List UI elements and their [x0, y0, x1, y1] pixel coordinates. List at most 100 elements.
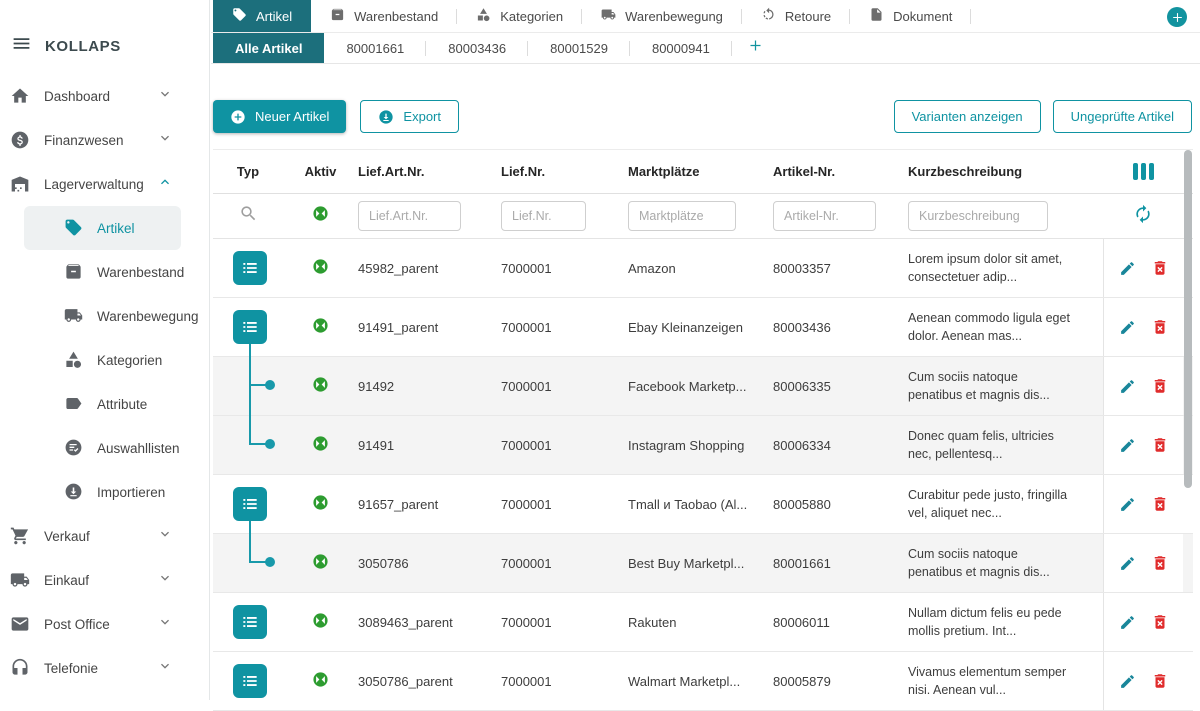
sidebar-item-label: Warenbestand	[97, 265, 184, 280]
sub-tabbar: Alle Artikel 80001661 80003436 80001529 …	[211, 33, 1200, 64]
tab-warenbestand[interactable]: Warenbestand	[311, 0, 457, 32]
chevron-down-icon	[157, 570, 173, 591]
unchecked-articles-button[interactable]: Ungeprüfte Artikel	[1053, 100, 1192, 133]
show-variants-button[interactable]: Varianten anzeigen	[894, 100, 1041, 133]
cell-lief-art-nr: 3050786	[358, 556, 501, 571]
sidebar-item-lagerverwaltung[interactable]: Lagerverwaltung	[0, 162, 209, 206]
col-typ: Typ	[213, 164, 283, 179]
sidebar-item-label: Kategorien	[97, 353, 162, 368]
cell-lief-art-nr: 91657_parent	[358, 497, 501, 512]
table-row: 91491_parent 7000001 Ebay Kleinanzeigen …	[213, 298, 1193, 357]
box-icon	[64, 262, 84, 282]
edit-icon[interactable]	[1119, 555, 1136, 572]
sidebar-item-kategorien[interactable]: Kategorien	[24, 338, 181, 382]
tab-kategorien[interactable]: Kategorien	[457, 0, 582, 32]
filter-kurzbeschreibung-input[interactable]	[908, 201, 1048, 231]
sidebar-item-label: Attribute	[97, 397, 147, 412]
tab-retoure[interactable]: Retoure	[742, 0, 850, 32]
subtab-label: Alle Artikel	[235, 41, 302, 56]
export-button[interactable]: Export	[360, 100, 459, 133]
delete-icon[interactable]	[1151, 495, 1169, 513]
cell-lief-nr: 7000001	[501, 497, 628, 512]
sidebar-item-importieren[interactable]: Importieren	[24, 470, 181, 514]
new-article-button[interactable]: Neuer Artikel	[213, 100, 346, 133]
sidebar-item-warenbewegung[interactable]: Warenbewegung	[24, 294, 181, 338]
edit-icon[interactable]	[1119, 319, 1136, 336]
subtab-80001529[interactable]: 80001529	[528, 33, 630, 63]
filter-lief-art-nr-input[interactable]	[358, 201, 461, 231]
variant-list-icon[interactable]	[233, 310, 267, 344]
edit-icon[interactable]	[1119, 437, 1136, 454]
variant-list-icon[interactable]	[233, 664, 267, 698]
plus-circle-icon[interactable]	[1167, 7, 1187, 27]
sidebar-item-label: Auswahllisten	[97, 441, 180, 456]
sidebar-item-telefonie[interactable]: Telefonie	[0, 646, 209, 690]
cell-lief-art-nr: 45982_parent	[358, 261, 501, 276]
tree-connector	[249, 357, 251, 385]
sidebar-item-dashboard[interactable]: Dashboard	[0, 74, 209, 118]
variant-list-icon[interactable]	[233, 605, 267, 639]
subtab-alle-artikel[interactable]: Alle Artikel	[213, 33, 324, 63]
variant-list-icon[interactable]	[233, 251, 267, 285]
delete-icon[interactable]	[1151, 436, 1169, 454]
tree-connector	[249, 521, 251, 534]
headset-icon	[10, 658, 30, 678]
home-icon	[10, 86, 30, 106]
refresh-icon[interactable]	[1133, 204, 1153, 229]
edit-icon[interactable]	[1119, 378, 1136, 395]
sidebar-item-auswahllisten[interactable]: Auswahllisten	[24, 426, 181, 470]
cell-lief-nr: 7000001	[501, 261, 628, 276]
active-filter-icon[interactable]	[312, 205, 329, 227]
edit-icon[interactable]	[1119, 496, 1136, 513]
cell-marktplatz: Walmart Marketpl...	[628, 674, 773, 689]
mail-icon	[10, 614, 30, 634]
shapes-icon	[476, 7, 491, 25]
col-lief-art-nr: Lief.Art.Nr.	[358, 164, 501, 179]
active-status-icon	[312, 671, 329, 691]
filter-lief-nr-input[interactable]	[501, 201, 586, 231]
delete-icon[interactable]	[1151, 554, 1169, 572]
subtab-80000941[interactable]: 80000941	[630, 33, 732, 63]
table-header: Typ Aktiv Lief.Art.Nr. Lief.Nr. Marktplä…	[213, 150, 1193, 194]
sidebar-item-einkauf[interactable]: Einkauf	[0, 558, 209, 602]
tab-artikel[interactable]: Artikel	[213, 0, 311, 32]
delete-icon[interactable]	[1151, 318, 1169, 336]
menu-icon[interactable]	[11, 33, 32, 59]
cell-kurzbeschreibung: Lorem ipsum dolor sit amet, consectetuer…	[908, 250, 1103, 286]
tab-dokument[interactable]: Dokument	[850, 0, 971, 32]
tree-connector	[249, 534, 251, 562]
document-icon	[869, 7, 884, 25]
truck-icon	[601, 7, 616, 25]
delete-icon[interactable]	[1151, 377, 1169, 395]
box-icon	[330, 7, 345, 25]
add-article-tab-button[interactable]	[732, 33, 779, 63]
delete-icon[interactable]	[1151, 259, 1169, 277]
scrollbar-thumb[interactable]	[1184, 150, 1192, 488]
delete-icon[interactable]	[1151, 613, 1169, 631]
sidebar-item-attribute[interactable]: Attribute	[24, 382, 181, 426]
cell-lief-art-nr: 91492	[358, 379, 501, 394]
sidebar-item-warenbestand[interactable]: Warenbestand	[24, 250, 181, 294]
subtab-80001661[interactable]: 80001661	[324, 33, 426, 63]
subtab-80003436[interactable]: 80003436	[426, 33, 528, 63]
columns-icon[interactable]	[1133, 163, 1154, 180]
edit-icon[interactable]	[1119, 614, 1136, 631]
table-row: 91492 7000001 Facebook Marketp... 800063…	[213, 357, 1193, 416]
edit-icon[interactable]	[1119, 673, 1136, 690]
sidebar-item-artikel[interactable]: Artikel	[24, 206, 181, 250]
sidebar-item-post-office[interactable]: Post Office	[0, 602, 209, 646]
col-aktiv: Aktiv	[283, 164, 358, 179]
variant-list-icon[interactable]	[233, 487, 267, 521]
cell-marktplatz: Instagram Shopping	[628, 438, 773, 453]
sidebar-item-finanzwesen[interactable]: Finanzwesen	[0, 118, 209, 162]
tab-warenbewegung[interactable]: Warenbewegung	[582, 0, 742, 32]
tab-label: Artikel	[256, 9, 292, 24]
filter-artikel-nr-input[interactable]	[773, 201, 876, 231]
tree-connector	[249, 416, 251, 444]
sidebar-item-label: Lagerverwaltung	[44, 177, 144, 192]
filter-marktplaetze-input[interactable]	[628, 201, 736, 231]
edit-icon[interactable]	[1119, 260, 1136, 277]
chevron-down-icon	[157, 86, 173, 107]
sidebar-item-verkauf[interactable]: Verkauf	[0, 514, 209, 558]
delete-icon[interactable]	[1151, 672, 1169, 690]
